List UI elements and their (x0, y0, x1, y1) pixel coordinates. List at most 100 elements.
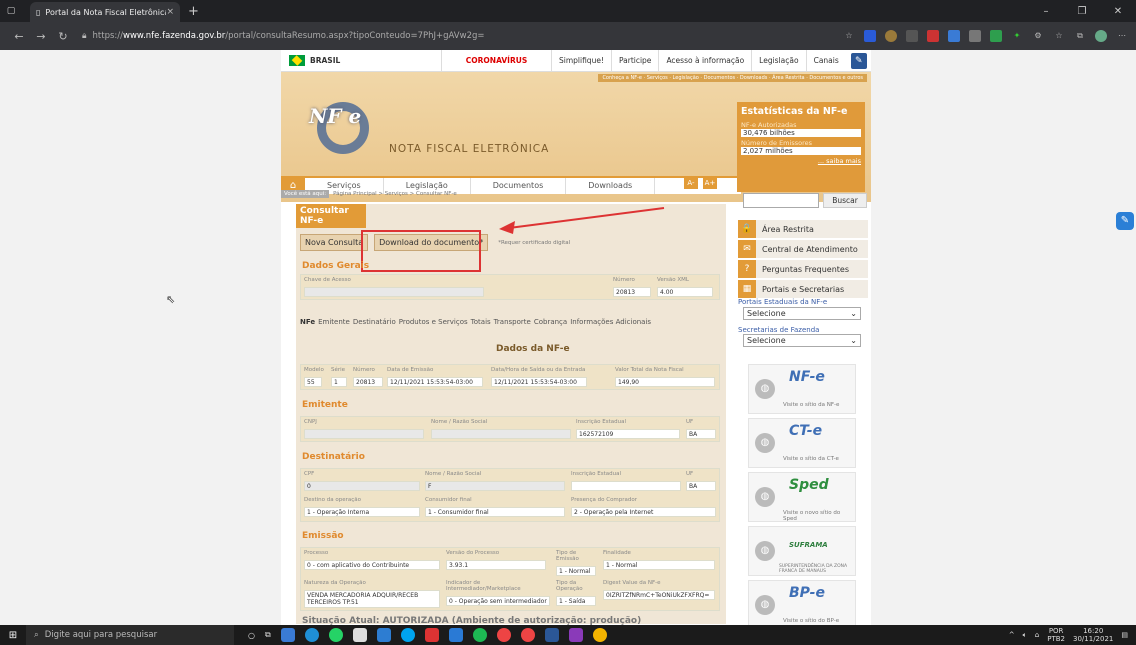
mail-icon: ✉ (738, 240, 756, 258)
restore-icon[interactable]: ❐ (1064, 6, 1100, 17)
new-tab-button[interactable]: + (188, 4, 199, 19)
settings-icon[interactable]: ⚙ (1032, 30, 1044, 42)
gov-simplifique-link[interactable]: Simplifique! (551, 49, 611, 72)
tab-cobranca[interactable]: Cobrança (534, 318, 567, 326)
collections-icon[interactable]: ⧉ (1074, 30, 1086, 42)
extension-green-icon[interactable] (990, 30, 1002, 42)
edge-icon[interactable] (304, 628, 319, 642)
gov-bar: BRASIL CORONAVÍRUS (COVID-19) Simplifiqu… (281, 49, 871, 87)
gov-social-icon[interactable]: ✎ (850, 52, 867, 69)
more-menu-icon[interactable]: ⋯ (1116, 30, 1128, 42)
promo-suframa-text: SUPERINTENDÊNCIA DA ZONA FRANCA DE MANAU… (779, 564, 848, 574)
extension-cookie-icon[interactable] (885, 30, 897, 42)
windows-start-icon[interactable]: ⊞ (0, 630, 26, 641)
search-button[interactable]: Buscar (823, 193, 867, 208)
sidebar-area-restrita[interactable]: 🔒 Área Restrita (738, 220, 868, 238)
notification-icon[interactable]: ▤ (1121, 631, 1128, 639)
top-links[interactable]: Conheça a NF-e · Serviços · Legislação ·… (598, 74, 867, 82)
floating-extension-icon[interactable]: ✎ (1116, 212, 1134, 230)
destino-field: 1 - Operação Interna (304, 507, 420, 517)
tab-nfe[interactable]: NFe (300, 318, 315, 326)
cortana-icon[interactable]: ○ (248, 631, 255, 640)
app-red-dot-icon[interactable] (496, 628, 511, 642)
extension-save-icon[interactable] (906, 30, 918, 42)
store-icon[interactable] (352, 628, 367, 642)
app-cyan-icon[interactable] (400, 628, 415, 642)
sidebar-portais[interactable]: ▦ Portais e Secretarias (738, 280, 868, 298)
tab-produtos[interactable]: Produtos e Serviços (399, 318, 468, 326)
promo-suframa[interactable]: ◍ SUFRAMA SUPERINTENDÊNCIA DA ZONA FRANC… (748, 526, 856, 576)
stats-title: Estatísticas da NF-e (741, 106, 848, 117)
tab-totais[interactable]: Totais (471, 318, 491, 326)
tab-close-icon[interactable]: × (166, 7, 174, 17)
site-banner: Conheça a NF-e · Serviços · Legislação ·… (281, 72, 871, 202)
clock[interactable]: 16:20 30/11/2021 (1073, 627, 1113, 643)
promo-cte[interactable]: ◍ CT-e Visite o sítio da CT-e (748, 418, 856, 468)
gov-acesso-link[interactable]: Acesso à informação (658, 49, 751, 72)
tipo-operacao-label: Tipo da Operação (556, 580, 583, 592)
browser-tab[interactable]: ▯ Portal da Nota Fiscal Eletrônica × (30, 2, 180, 22)
app-blue-icon[interactable] (376, 628, 391, 642)
close-window-icon[interactable]: ✕ (1100, 6, 1136, 17)
language-indicator[interactable]: POR PTB2 (1047, 627, 1065, 643)
extension-gray-icon[interactable] (969, 30, 981, 42)
favorite-star-icon[interactable]: ☆ (843, 30, 855, 42)
taskbar-search[interactable]: ⌕ Digite aqui para pesquisar (26, 625, 234, 645)
stats-value-issuers: 2,027 milhões (741, 147, 861, 155)
vscode-icon[interactable] (448, 628, 463, 642)
tab-emitente[interactable]: Emitente (318, 318, 350, 326)
profile-avatar-icon[interactable] (1095, 30, 1107, 42)
minimize-icon[interactable]: – (1028, 6, 1064, 17)
portais-select[interactable]: Selecione ⌄ (743, 307, 861, 320)
gov-legislacao-link[interactable]: Legislação (751, 49, 805, 72)
secretarias-select[interactable]: Selecione ⌄ (743, 334, 861, 347)
promo-sped[interactable]: ◍ Sped Visite o novo sítio do Sped (748, 472, 856, 522)
site-search-input[interactable] (743, 193, 819, 208)
font-increase-button[interactable]: A+ (703, 177, 717, 189)
dest-nome-field: F (425, 481, 565, 491)
extension-shield-icon[interactable] (864, 30, 876, 42)
nav-documentos[interactable]: Documentos (471, 178, 567, 194)
stats-more-link[interactable]: ... saiba mais (741, 157, 861, 165)
breadcrumb-path[interactable]: Página Principal > Serviços > Consultar … (333, 191, 457, 197)
spotify-icon[interactable] (472, 628, 487, 642)
gov-canais-link[interactable]: Canais (805, 49, 846, 72)
sidebar-perguntas[interactable]: ? Perguntas Frequentes (738, 260, 868, 278)
task-view-icon[interactable]: ⧉ (265, 630, 271, 640)
network-icon[interactable]: ⌂ (1035, 631, 1039, 639)
tray-chevron-icon[interactable]: ^ (1009, 631, 1015, 639)
sidebar-central-atendimento[interactable]: ✉ Central de Atendimento (738, 240, 868, 258)
nfe-site: BRASIL CORONAVÍRUS (COVID-19) Simplifiqu… (281, 49, 871, 630)
extension-red-icon[interactable] (927, 30, 939, 42)
volume-icon[interactable]: 🔈︎ (1023, 631, 1027, 640)
whatsapp-icon[interactable] (328, 628, 343, 642)
app-red-icon[interactable] (424, 628, 439, 642)
tab-actions-icon[interactable]: ▢ (0, 0, 22, 22)
promo-bpe[interactable]: ◍ BP-e Visite o sítio do BP-e (748, 580, 856, 630)
forward-icon[interactable]: → (30, 30, 52, 43)
chrome-icon[interactable] (592, 628, 607, 642)
file-explorer-icon[interactable] (280, 628, 295, 642)
gov-covid-link[interactable]: CORONAVÍRUS (COVID-19) (441, 49, 551, 87)
app-purple-icon[interactable] (568, 628, 583, 642)
tab-info-adicionais[interactable]: Informações Adicionais (570, 318, 651, 326)
nav-downloads[interactable]: Downloads (566, 178, 656, 194)
extension-blue-icon[interactable] (948, 30, 960, 42)
cpf-label: CPF (304, 471, 315, 477)
stats-label-issuers: Número de Emissores (741, 139, 812, 147)
back-icon[interactable]: ← (8, 30, 30, 43)
nfe-logo[interactable]: NF e (309, 98, 379, 158)
address-bar[interactable]: 🔒︎ https:// www.nfe.fazenda.gov.br /port… (82, 26, 782, 46)
font-decrease-button[interactable]: A- (684, 177, 698, 189)
gov-brasil-link[interactable]: BRASIL (281, 55, 441, 66)
favorites-icon[interactable]: ☆ (1053, 30, 1065, 42)
gov-participe-link[interactable]: Participe (610, 49, 658, 72)
extension-star-icon[interactable]: ✦ (1011, 30, 1023, 42)
tab-transporte[interactable]: Transporte (494, 318, 531, 326)
app-red-dot-2-icon[interactable] (520, 628, 535, 642)
tab-destinatario[interactable]: Destinatário (353, 318, 396, 326)
new-query-button[interactable]: Nova Consulta (300, 234, 369, 251)
word-icon[interactable] (544, 628, 559, 642)
promo-nfe[interactable]: ◍ NF-e Visite o sítio da NF-e (748, 364, 856, 414)
refresh-icon[interactable]: ↻ (52, 30, 74, 43)
